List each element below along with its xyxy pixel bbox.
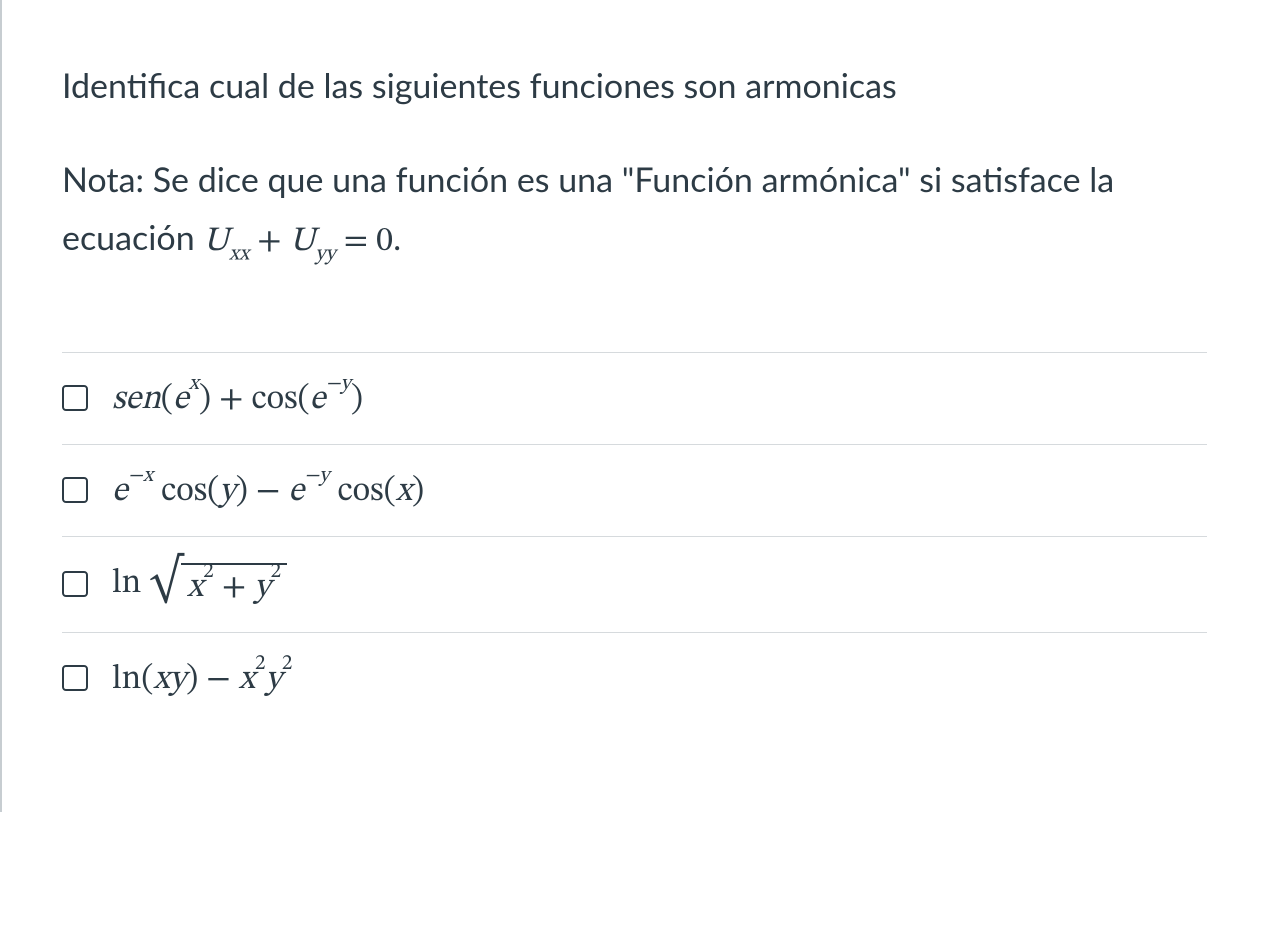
question-prompt: Identifica cual de las siguientes funcio… xyxy=(62,60,1207,111)
options-list: sen(ex)+cos(e−y) e−x cos(y)−e−y cos(x) ln … xyxy=(62,352,1207,702)
option-checkbox[interactable] xyxy=(62,665,88,691)
option-row[interactable]: ln √x2+y2 xyxy=(62,536,1207,632)
option-label: ln √x2+y2 xyxy=(112,559,287,610)
option-row[interactable]: sen(ex)+cos(e−y) xyxy=(62,352,1207,444)
option-checkbox[interactable] xyxy=(62,385,88,411)
option-label: sen(ex)+cos(e−y) xyxy=(112,375,363,422)
option-checkbox[interactable] xyxy=(62,571,88,597)
question-container: Identifica cual de las siguientes funcio… xyxy=(0,0,1267,812)
option-row[interactable]: e−x cos(y)−e−y cos(x) xyxy=(62,444,1207,536)
option-label: ln(xy)−x2y2 xyxy=(112,655,292,702)
option-label: e−x cos(y)−e−y cos(x) xyxy=(112,467,424,514)
option-checkbox[interactable] xyxy=(62,477,88,503)
question-note: Nota: Se dice que una función es una "Fu… xyxy=(62,151,1207,272)
note-equation: Uxx+Uyy=0. xyxy=(203,217,401,258)
option-row[interactable]: ln(xy)−x2y2 xyxy=(62,632,1207,702)
